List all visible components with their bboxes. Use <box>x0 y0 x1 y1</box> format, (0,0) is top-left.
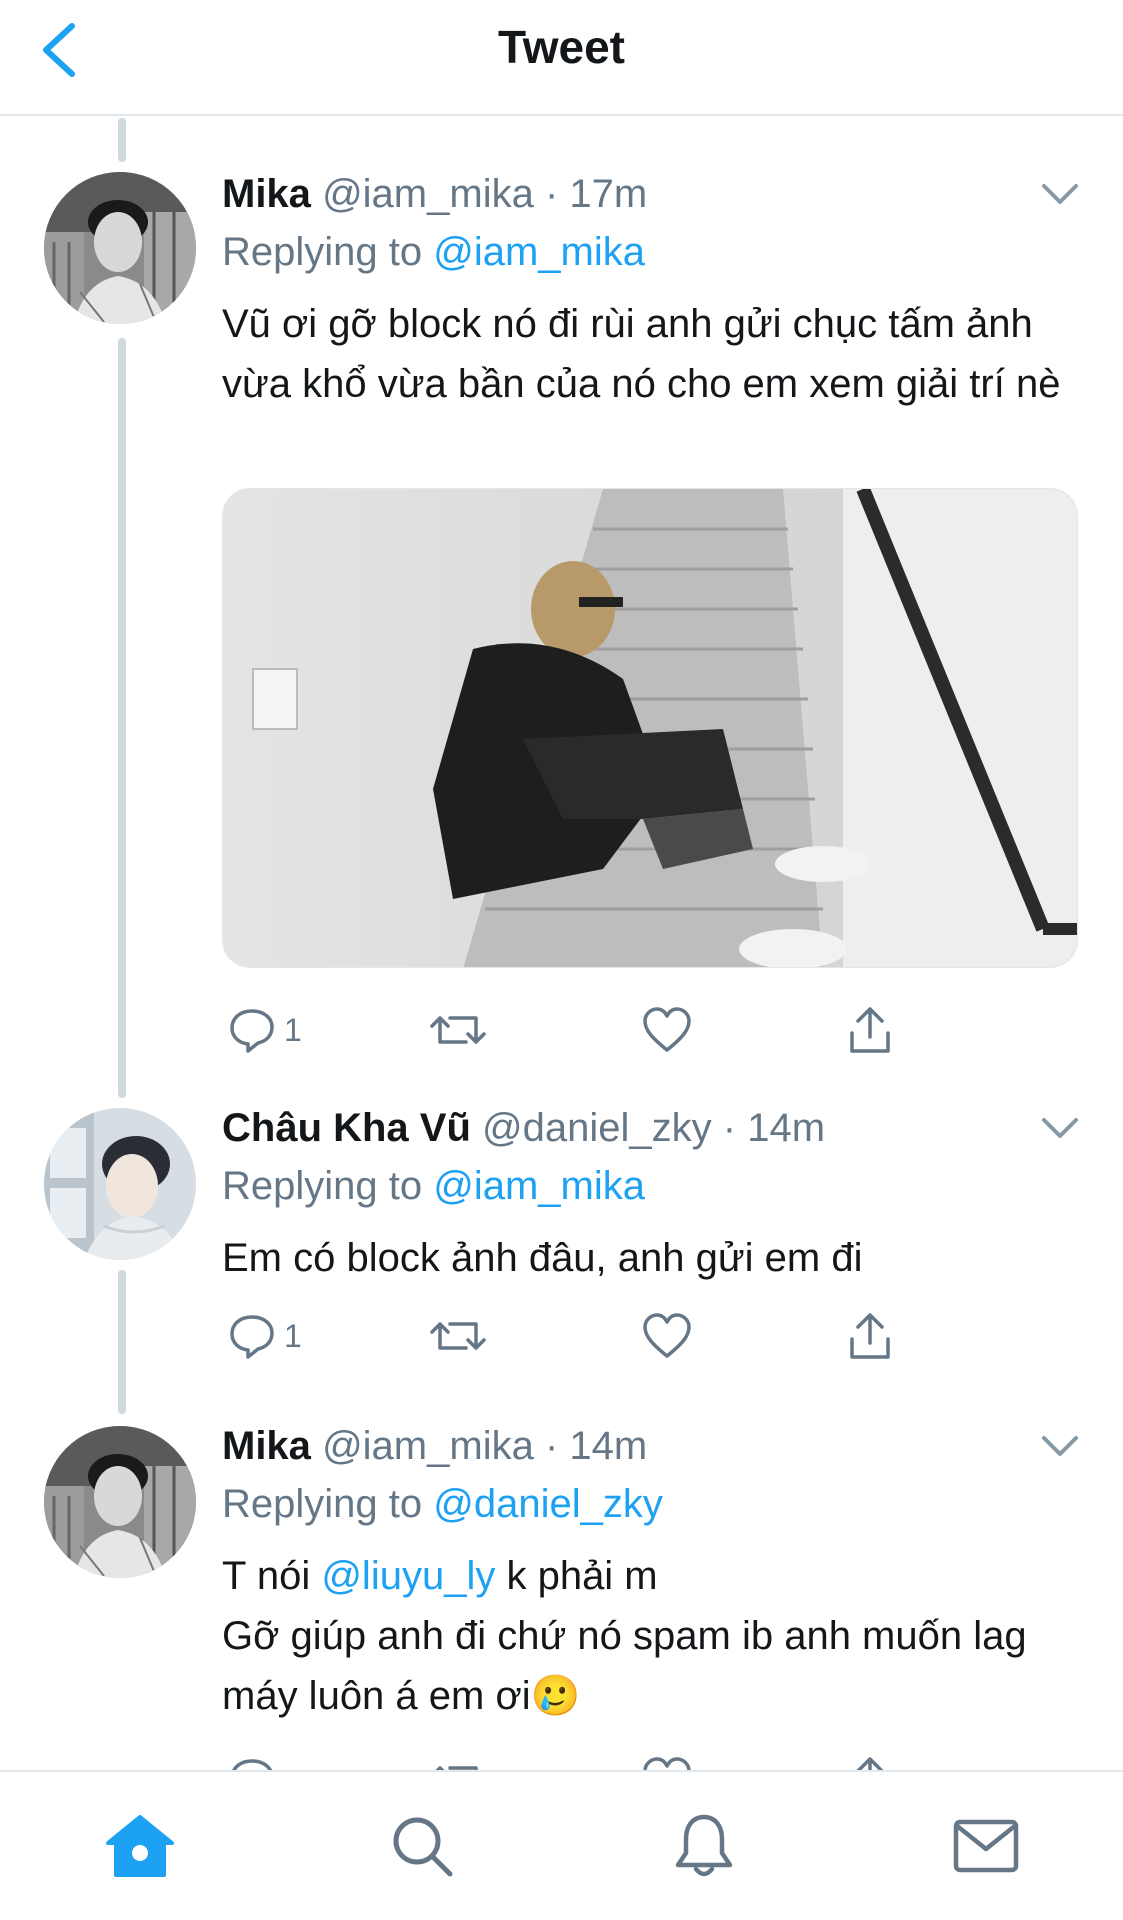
tab-search[interactable] <box>382 1806 462 1886</box>
separator-dot: · <box>544 172 559 216</box>
display-name[interactable]: Châu Kha Vũ <box>222 1106 471 1150</box>
avatar[interactable] <box>44 1426 196 1578</box>
timestamp: 17m <box>569 172 648 216</box>
notifications-icon <box>675 1814 733 1877</box>
like-button[interactable] <box>642 1306 692 1366</box>
tweet-header: Mika @iam_mika · 17m <box>222 170 647 218</box>
retweet-icon <box>430 1016 486 1044</box>
thread-line <box>118 338 126 1098</box>
chevron-down-icon[interactable] <box>1040 1114 1080 1142</box>
reply-count: 1 <box>284 1011 302 1048</box>
heart-icon <box>643 1007 691 1052</box>
mention-link[interactable]: @liuyu_ly <box>321 1554 495 1598</box>
reply-button[interactable]: 1 <box>228 1000 302 1060</box>
tweet-image[interactable] <box>222 488 1078 968</box>
user-handle[interactable]: @iam_mika <box>322 172 534 216</box>
mention-link[interactable]: @iam_mika <box>433 1164 645 1208</box>
avatar[interactable] <box>44 172 196 324</box>
messages-icon <box>953 1819 1019 1873</box>
chevron-down-icon[interactable] <box>1040 1432 1080 1460</box>
replying-to: Replying to @iam_mika <box>222 1162 645 1210</box>
replying-label: Replying to <box>222 1482 434 1526</box>
share-icon <box>850 1313 890 1359</box>
tweet-text: Em có block ảnh đâu, anh gửi em đi <box>222 1236 863 1280</box>
tweet-text: Vũ ơi gỡ block nó đi rùi anh gửi chục tấ… <box>222 302 1061 406</box>
text-segment: Gỡ giúp anh đi chứ nó spam ib anh muốn l… <box>222 1614 1027 1718</box>
tweet-actions: 1 <box>222 1306 922 1366</box>
display-name[interactable]: Mika <box>222 1424 311 1468</box>
tweet-text: T nói @liuyu_ly k phải m Gỡ giúp anh đi … <box>222 1546 1082 1726</box>
page-title: Tweet <box>498 21 625 73</box>
tab-notifications[interactable] <box>664 1806 744 1886</box>
replying-label: Replying to <box>222 1164 434 1208</box>
timestamp: 14m <box>569 1424 648 1468</box>
tweet-text-line: Gỡ giúp anh đi chứ nó spam ib anh muốn l… <box>222 1606 1082 1726</box>
user-handle[interactable]: @daniel_zky <box>482 1106 712 1150</box>
text-segment: T nói <box>222 1554 322 1598</box>
replying-label: Replying to <box>222 230 434 274</box>
replying-to: Replying to @iam_mika <box>222 228 645 276</box>
share-button[interactable] <box>846 1306 894 1366</box>
mention-link[interactable]: @iam_mika <box>433 230 645 274</box>
text-segment: k phải m <box>495 1554 658 1598</box>
thread-line <box>118 1270 126 1414</box>
thread-line <box>118 118 126 162</box>
separator-dot: · <box>722 1106 737 1150</box>
avatar[interactable] <box>44 1108 196 1260</box>
reply-count: 1 <box>284 1317 302 1354</box>
share-icon <box>850 1007 890 1053</box>
separator-dot: · <box>544 1424 559 1468</box>
bottom-tab-bar <box>0 1770 1123 1920</box>
heart-icon <box>643 1313 691 1358</box>
tweet-actions: 1 <box>222 1000 922 1060</box>
chevron-down-icon[interactable] <box>1040 180 1080 208</box>
like-button[interactable] <box>642 1000 692 1060</box>
top-bar: Tweet <box>0 0 1123 116</box>
tab-messages[interactable] <box>946 1806 1026 1886</box>
reply-icon <box>230 1009 274 1053</box>
tweet-header: Mika @iam_mika · 14m <box>222 1422 647 1470</box>
timestamp: 14m <box>747 1106 826 1150</box>
retweet-button[interactable] <box>430 1306 486 1366</box>
tweet-text-line: T nói @liuyu_ly k phải m <box>222 1546 1082 1606</box>
tab-home[interactable] <box>100 1806 180 1886</box>
reply-button[interactable]: 1 <box>228 1306 302 1366</box>
search-icon <box>393 1817 453 1877</box>
home-icon <box>106 1815 174 1877</box>
user-handle[interactable]: @iam_mika <box>322 1424 534 1468</box>
tweet-header: Châu Kha Vũ @daniel_zky · 14m <box>222 1104 825 1152</box>
reply-icon <box>230 1315 274 1359</box>
replying-to: Replying to @daniel_zky <box>222 1480 663 1528</box>
mention-link[interactable]: @daniel_zky <box>433 1482 663 1526</box>
emoji: 🥲 <box>530 1674 581 1718</box>
retweet-icon <box>430 1322 486 1350</box>
retweet-button[interactable] <box>430 1000 486 1060</box>
share-button[interactable] <box>846 1000 894 1060</box>
display-name[interactable]: Mika <box>222 172 311 216</box>
